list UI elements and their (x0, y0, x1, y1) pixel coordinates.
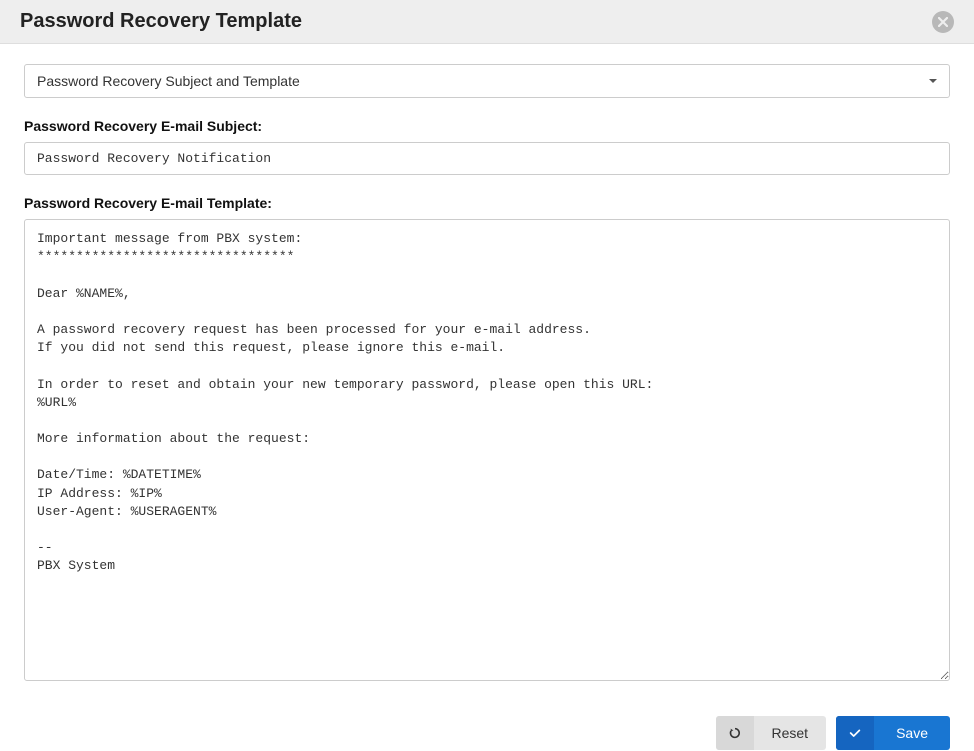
dialog-title: Password Recovery Template (20, 10, 302, 33)
dialog-header: Password Recovery Template (0, 0, 974, 44)
reset-button-label: Reset (754, 725, 827, 741)
template-type-dropdown[interactable]: Password Recovery Subject and Template (24, 64, 950, 98)
close-icon[interactable] (932, 11, 954, 33)
undo-icon (716, 716, 754, 750)
check-icon (836, 716, 874, 750)
save-button[interactable]: Save (836, 716, 950, 750)
save-button-label: Save (874, 725, 950, 741)
dialog-footer: Reset Save (0, 706, 974, 750)
chevron-down-icon (929, 79, 937, 83)
template-textarea[interactable] (24, 219, 950, 681)
reset-button[interactable]: Reset (716, 716, 827, 750)
dialog-content: Password Recovery Subject and Template P… (0, 44, 974, 706)
dropdown-selected-label: Password Recovery Subject and Template (37, 73, 300, 89)
template-label: Password Recovery E-mail Template: (24, 195, 950, 211)
subject-input[interactable] (24, 142, 950, 175)
subject-label: Password Recovery E-mail Subject: (24, 118, 950, 134)
